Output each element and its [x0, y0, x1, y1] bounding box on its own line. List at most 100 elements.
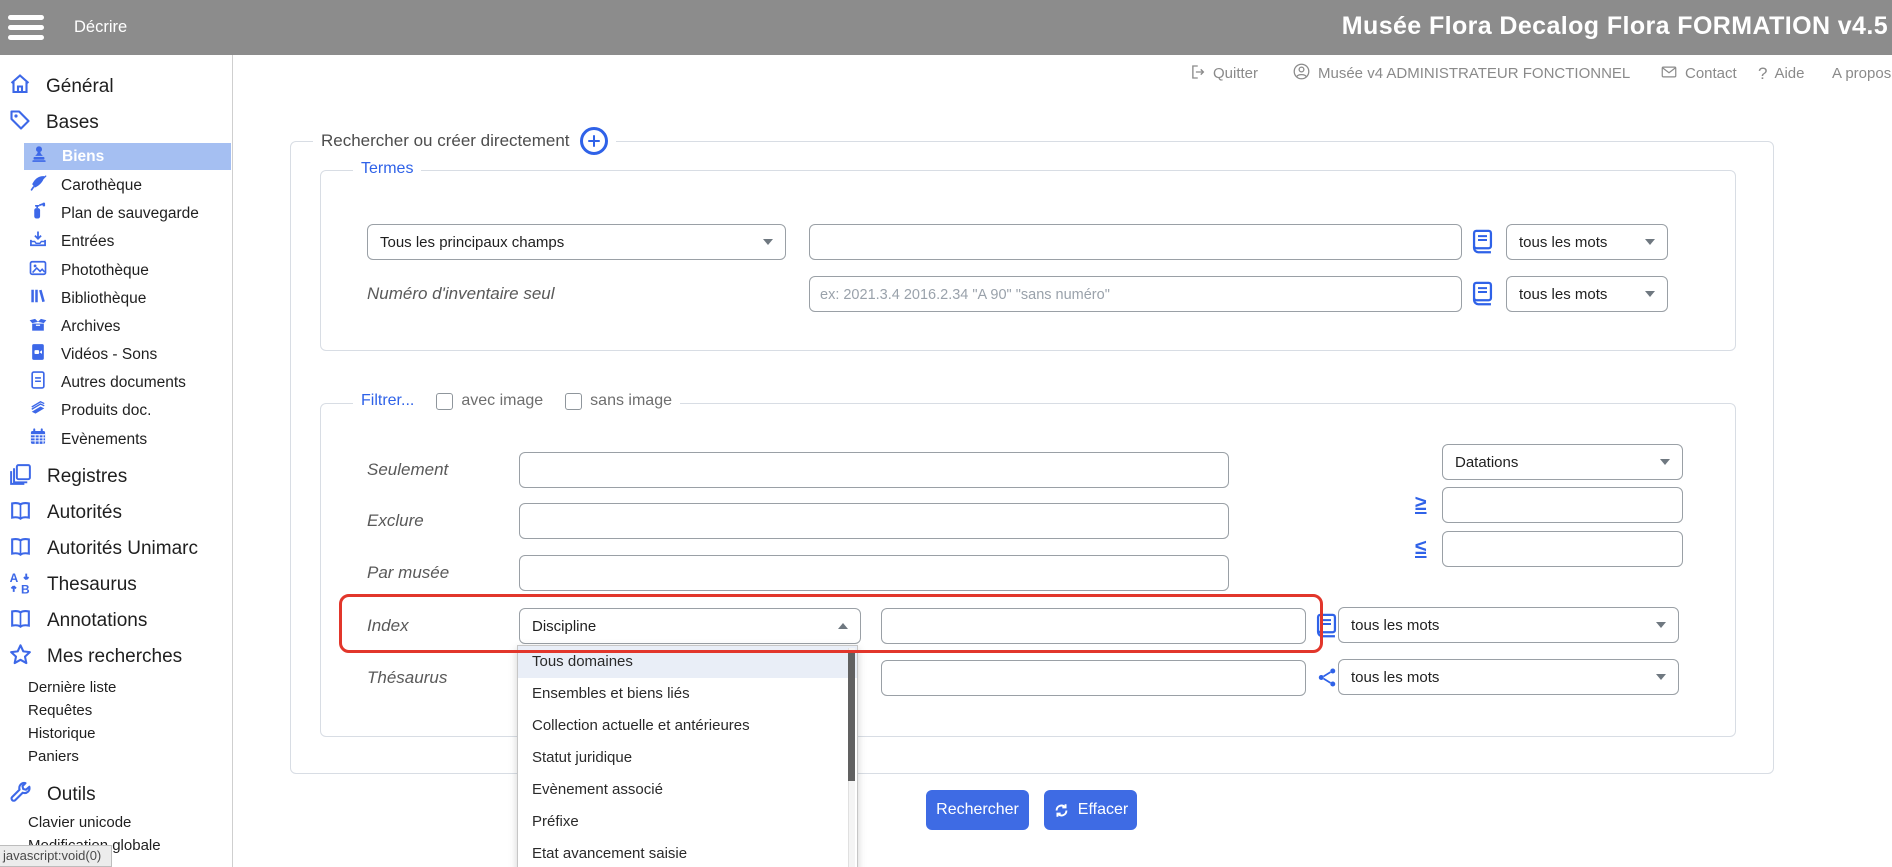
terms-search-input[interactable] [809, 224, 1462, 260]
thesaurus-value-input[interactable] [881, 660, 1306, 696]
sidebar-item-mes-recherches[interactable]: Mes recherches [8, 640, 182, 674]
dropdown-scrollbar-thumb[interactable] [848, 651, 855, 781]
sidebar-item-label: Requêtes [28, 702, 92, 719]
sort-alpha-icon: AB [8, 570, 33, 601]
avec-image-checkbox[interactable] [436, 393, 453, 410]
index-book-icon[interactable] [1313, 612, 1340, 639]
sidebar-item-outils[interactable]: Outils [8, 778, 96, 812]
terms-match-select[interactable]: tous les mots [1506, 224, 1668, 260]
lte-symbol: ≤ [1415, 536, 1427, 560]
field-scope-select[interactable]: Tous les principaux champs [367, 224, 786, 260]
sidebar-item-bibliotheque[interactable]: Bibliothèque [28, 285, 146, 312]
current-user-link[interactable]: Musée v4 ADMINISTRATEUR FONCTIONNEL [1292, 55, 1630, 92]
status-bar-link-hint: javascript:void(0) [0, 845, 112, 867]
dropdown-option[interactable]: Collection actuelle et antérieures [518, 710, 857, 742]
index-label: Index [367, 608, 409, 644]
dropdown-option[interactable]: Statut juridique [518, 742, 857, 774]
sidebar-item-label: Autres documents [61, 374, 186, 392]
sidebar-item-phototheque[interactable]: Photothèque [28, 257, 149, 284]
photo-icon [28, 258, 48, 283]
dropdown-option[interactable]: Etat avancement saisie [518, 838, 857, 867]
index-category-dropdown: Tous domaines Ensembles et biens liés Co… [517, 645, 858, 867]
sidebar-item-plan-de-sauvegarde[interactable]: Plan de sauvegarde [28, 200, 199, 227]
hamburger-menu-icon[interactable] [8, 10, 48, 45]
sidebar-item-clavier-unicode[interactable]: Clavier unicode [28, 814, 131, 831]
rechercher-button[interactable]: Rechercher [926, 790, 1029, 830]
exclure-input[interactable] [519, 503, 1229, 539]
open-book-icon [8, 606, 33, 637]
sidebar-item-general[interactable]: Général [8, 70, 114, 104]
sidebar-item-videos-sons[interactable]: Vidéos - Sons [28, 341, 157, 368]
sidebar-item-archives[interactable]: Archives [28, 313, 120, 340]
question-mark-icon: ? [1758, 64, 1767, 84]
par-musee-input[interactable] [519, 555, 1229, 591]
sidebar-item-label: Annotations [47, 610, 147, 632]
sidebar-item-label: Registres [47, 466, 127, 488]
effacer-button[interactable]: Effacer [1044, 790, 1137, 830]
quitter-link[interactable]: Quitter [1188, 55, 1258, 92]
create-plus-button[interactable] [580, 127, 608, 155]
dropdown-option[interactable]: Evènement associé [518, 774, 857, 806]
inventory-number-input[interactable] [809, 276, 1462, 312]
inventory-match-select[interactable]: tous les mots [1506, 276, 1668, 312]
field-scope-select-value: Tous les principaux champs [380, 234, 564, 251]
sidebar-item-thesaurus[interactable]: AB Thesaurus [8, 568, 137, 602]
contact-label: Contact [1685, 65, 1737, 82]
contact-link[interactable]: Contact [1660, 55, 1737, 92]
sidebar-item-bases[interactable]: Bases [8, 106, 99, 140]
sidebar-item-autorites[interactable]: Autorités [8, 496, 122, 530]
sidebar-item-evenements[interactable]: Evènements [28, 426, 147, 453]
rechercher-button-label: Rechercher [936, 801, 1019, 819]
tag-icon [8, 108, 32, 138]
dropdown-option[interactable]: Préfixe [518, 806, 857, 838]
termes-legend: Termes [353, 160, 421, 178]
index-value-input[interactable] [881, 608, 1306, 644]
a-propos-link[interactable]: A propos [1832, 55, 1891, 92]
sidebar-item-label: Vidéos - Sons [61, 346, 157, 364]
flora-app-window: Décrire Musée Flora Decalog Flora FORMAT… [0, 0, 1892, 867]
index-match-select[interactable]: tous les mots [1338, 607, 1679, 643]
sidebar-item-autorites-unimarc[interactable]: Autorités Unimarc [8, 532, 198, 566]
archive-box-icon [28, 314, 48, 339]
video-file-icon [28, 342, 48, 367]
sidebar-item-label: Evènements [61, 431, 147, 449]
seulement-input[interactable] [519, 452, 1229, 488]
datations-select[interactable]: Datations [1442, 444, 1683, 480]
dropdown-option[interactable]: Ensembles et biens liés [518, 678, 857, 710]
sidebar-item-biens[interactable]: Biens [24, 143, 231, 170]
sidebar-item-paniers[interactable]: Paniers [28, 748, 79, 765]
chevron-down-icon [1656, 674, 1666, 680]
index-category-select[interactable]: Discipline [519, 608, 861, 644]
chevron-down-icon [1660, 459, 1670, 465]
sidebar-item-label: Thesaurus [47, 574, 137, 596]
sidebar-item-entrees[interactable]: Entrées [28, 228, 114, 255]
sans-image-label: sans image [590, 392, 672, 410]
sidebar-item-label: Archives [61, 318, 120, 336]
sidebar-item-derniere-liste[interactable]: Dernière liste [28, 679, 116, 696]
dropdown-option[interactable]: Tous domaines [518, 646, 857, 678]
fire-extinguisher-icon [28, 201, 48, 226]
thesaurus-match-select[interactable]: tous les mots [1338, 659, 1679, 695]
sidebar-item-annotations[interactable]: Annotations [8, 604, 147, 638]
sidebar-item-label: Clavier unicode [28, 814, 131, 831]
datation-min-input[interactable] [1442, 487, 1683, 523]
datation-max-input[interactable] [1442, 531, 1683, 567]
sans-image-checkbox[interactable] [565, 393, 582, 410]
par-musee-label: Par musée [367, 555, 449, 591]
search-or-create-legend-label: Rechercher ou créer directement [321, 131, 570, 151]
sidebar-item-carotheque[interactable]: Carothèque [28, 172, 142, 199]
aide-link[interactable]: ? Aide [1758, 55, 1805, 92]
sidebar-item-registres[interactable]: Registres [8, 460, 127, 494]
sidebar-item-historique[interactable]: Historique [28, 725, 96, 742]
chevron-down-icon [1656, 622, 1666, 628]
sidebar-item-autres-documents[interactable]: Autres documents [28, 369, 186, 396]
thesaurus-match-select-value: tous les mots [1351, 669, 1439, 686]
chevron-down-icon [763, 239, 773, 245]
sidebar-item-produits-doc[interactable]: Produits doc. [28, 397, 151, 424]
index-book-icon[interactable] [1469, 280, 1496, 307]
svg-text:B: B [21, 582, 30, 595]
sidebar-item-label: Dernière liste [28, 679, 116, 696]
index-book-icon[interactable] [1469, 228, 1496, 255]
sidebar-item-requetes[interactable]: Requêtes [28, 702, 92, 719]
thesaurus-share-icon[interactable] [1316, 666, 1339, 689]
